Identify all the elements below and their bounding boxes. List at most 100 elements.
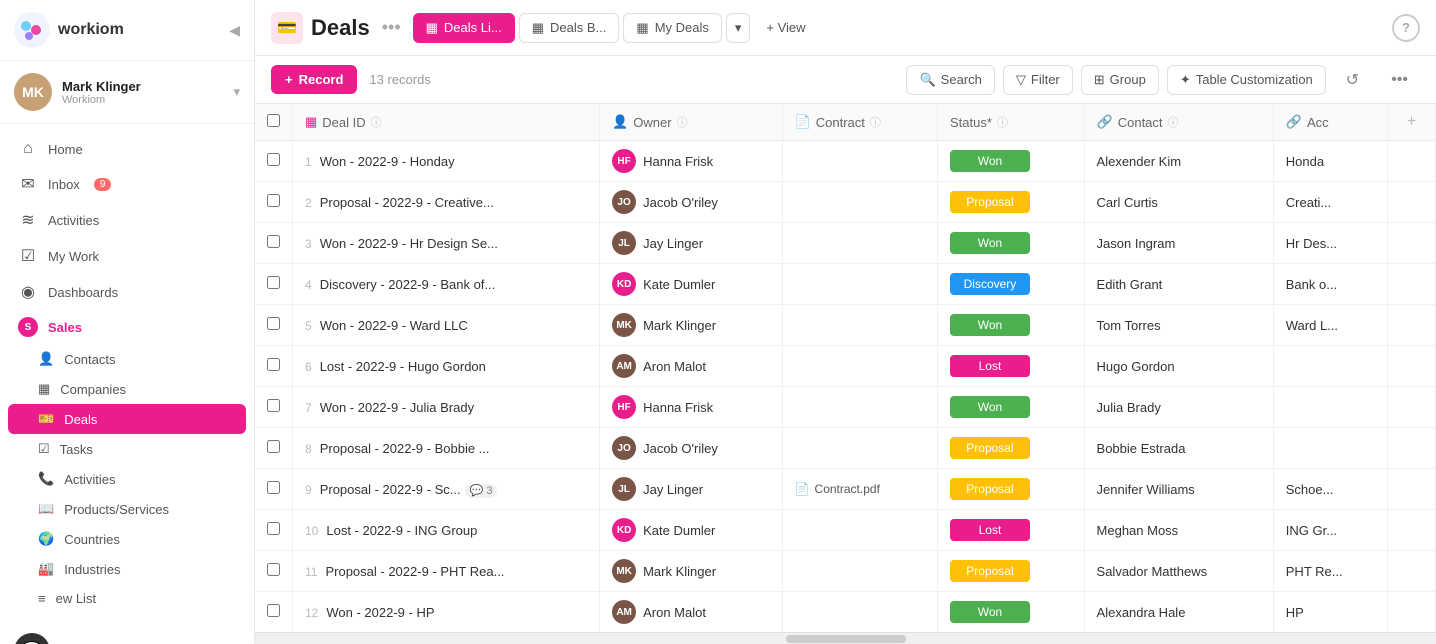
customize-button[interactable]: ✦ Table Customization <box>1167 65 1326 95</box>
account-cell[interactable] <box>1273 346 1387 387</box>
contact-cell[interactable]: Meghan Moss <box>1084 510 1273 551</box>
chat-bubble-button[interactable]: 💬 <box>0 621 254 644</box>
deal-id-cell[interactable]: 3Won - 2022-9 - Hr Design Se... <box>293 223 600 264</box>
row-checkbox[interactable] <box>267 481 280 494</box>
sidebar-item-tasks[interactable]: ☑ Tasks <box>0 434 254 464</box>
owner-cell[interactable]: KDKate Dumler <box>600 264 782 305</box>
contract-cell[interactable] <box>782 510 937 551</box>
page-more-button[interactable]: ••• <box>382 17 401 38</box>
sidebar-item-home[interactable]: ⌂ Home <box>0 132 254 166</box>
table-row[interactable]: 9Proposal - 2022-9 - Sc...💬 3JLJay Linge… <box>255 469 1436 510</box>
search-button[interactable]: 🔍 Search <box>906 65 994 95</box>
contract-cell[interactable] <box>782 428 937 469</box>
contract-cell[interactable] <box>782 346 937 387</box>
sidebar-item-dashboards[interactable]: ◉ Dashboards <box>0 274 254 310</box>
sidebar-item-activities[interactable]: ≋ Activities <box>0 202 254 238</box>
horizontal-scrollbar[interactable] <box>255 632 1436 644</box>
contact-cell[interactable]: Jennifer Williams <box>1084 469 1273 510</box>
contact-cell[interactable]: Salvador Matthews <box>1084 551 1273 592</box>
tab-my-deals[interactable]: ▦ My Deals <box>623 13 721 43</box>
scrollbar-thumb[interactable] <box>786 635 906 643</box>
table-row[interactable]: 3Won - 2022-9 - Hr Design Se...JLJay Lin… <box>255 223 1436 264</box>
table-row[interactable]: 6Lost - 2022-9 - Hugo GordonAMAron Malot… <box>255 346 1436 387</box>
contact-cell[interactable]: Bobbie Estrada <box>1084 428 1273 469</box>
refresh-button[interactable]: ↺ <box>1334 64 1371 96</box>
account-cell[interactable]: HP <box>1273 592 1387 633</box>
deal-id-cell[interactable]: 1Won - 2022-9 - Honday <box>293 141 600 182</box>
toolbar-more-button[interactable]: ••• <box>1379 65 1420 95</box>
status-cell[interactable]: Proposal <box>937 469 1084 510</box>
deal-id-cell[interactable]: 11Proposal - 2022-9 - PHT Rea... <box>293 551 600 592</box>
contract-cell[interactable] <box>782 305 937 346</box>
user-menu-chevron[interactable]: ▾ <box>233 84 240 100</box>
status-cell[interactable]: Won <box>937 387 1084 428</box>
account-cell[interactable]: Hr Des... <box>1273 223 1387 264</box>
status-cell[interactable]: Lost <box>937 346 1084 387</box>
contact-cell[interactable]: Jason Ingram <box>1084 223 1273 264</box>
contact-info-icon[interactable]: ⓘ <box>1168 114 1179 130</box>
deal-id-cell[interactable]: 12Won - 2022-9 - HP <box>293 592 600 633</box>
sidebar-item-products[interactable]: 📖 Products/Services <box>0 494 254 524</box>
row-checkbox[interactable] <box>267 522 280 535</box>
contract-cell[interactable]: 📄Contract.pdf <box>782 469 937 510</box>
row-checkbox[interactable] <box>267 235 280 248</box>
account-cell[interactable] <box>1273 387 1387 428</box>
deal-id-cell[interactable]: 4Discovery - 2022-9 - Bank of... <box>293 264 600 305</box>
owner-cell[interactable]: MKMark Klinger <box>600 305 782 346</box>
contract-cell[interactable] <box>782 223 937 264</box>
select-all-checkbox[interactable] <box>267 114 280 127</box>
contact-cell[interactable]: Julia Brady <box>1084 387 1273 428</box>
table-row[interactable]: 11Proposal - 2022-9 - PHT Rea...MKMark K… <box>255 551 1436 592</box>
contract-cell[interactable] <box>782 264 937 305</box>
status-cell[interactable]: Discovery <box>937 264 1084 305</box>
table-row[interactable]: 10Lost - 2022-9 - ING GroupKDKate Dumler… <box>255 510 1436 551</box>
account-cell[interactable]: Schoe... <box>1273 469 1387 510</box>
account-cell[interactable]: Creati... <box>1273 182 1387 223</box>
owner-cell[interactable]: KDKate Dumler <box>600 510 782 551</box>
contact-cell[interactable]: Hugo Gordon <box>1084 346 1273 387</box>
contract-cell[interactable] <box>782 551 937 592</box>
contract-cell[interactable] <box>782 387 937 428</box>
row-checkbox[interactable] <box>267 604 280 617</box>
row-checkbox[interactable] <box>267 563 280 576</box>
status-cell[interactable]: Won <box>937 141 1084 182</box>
record-button[interactable]: + Record <box>271 65 357 94</box>
sidebar-item-companies[interactable]: ▦ Companies <box>0 374 254 404</box>
deal-id-cell[interactable]: 8Proposal - 2022-9 - Bobbie ... <box>293 428 600 469</box>
owner-cell[interactable]: JOJacob O'riley <box>600 182 782 223</box>
deal-id-cell[interactable]: 9Proposal - 2022-9 - Sc...💬 3 <box>293 469 600 510</box>
owner-cell[interactable]: AMAron Malot <box>600 592 782 633</box>
tab-deals-b[interactable]: ▦ Deals B... <box>519 13 620 43</box>
deal-id-cell[interactable]: 7Won - 2022-9 - Julia Brady <box>293 387 600 428</box>
table-row[interactable]: 1Won - 2022-9 - HondayHFHanna FriskWonAl… <box>255 141 1436 182</box>
contract-cell[interactable] <box>782 141 937 182</box>
status-cell[interactable]: Won <box>937 223 1084 264</box>
contact-cell[interactable]: Tom Torres <box>1084 305 1273 346</box>
row-checkbox[interactable] <box>267 399 280 412</box>
row-checkbox[interactable] <box>267 358 280 371</box>
deal-id-cell[interactable]: 5Won - 2022-9 - Ward LLC <box>293 305 600 346</box>
table-row[interactable]: 8Proposal - 2022-9 - Bobbie ...JOJacob O… <box>255 428 1436 469</box>
owner-cell[interactable]: HFHanna Frisk <box>600 141 782 182</box>
status-cell[interactable]: Won <box>937 305 1084 346</box>
status-cell[interactable]: Lost <box>937 510 1084 551</box>
contract-cell[interactable] <box>782 592 937 633</box>
row-checkbox[interactable] <box>267 440 280 453</box>
sidebar-item-ew-list[interactable]: ≡ ew List <box>0 584 254 613</box>
table-row[interactable]: 12Won - 2022-9 - HPAMAron MalotWonAlexan… <box>255 592 1436 633</box>
owner-cell[interactable]: JOJacob O'riley <box>600 428 782 469</box>
account-cell[interactable]: Bank o... <box>1273 264 1387 305</box>
owner-cell[interactable]: HFHanna Frisk <box>600 387 782 428</box>
account-cell[interactable]: Ward L... <box>1273 305 1387 346</box>
row-checkbox[interactable] <box>267 194 280 207</box>
filter-button[interactable]: ▽ Filter <box>1003 65 1073 95</box>
status-cell[interactable]: Proposal <box>937 428 1084 469</box>
tabs-dropdown-button[interactable]: ▾ <box>726 13 751 43</box>
table-row[interactable]: 5Won - 2022-9 - Ward LLCMKMark Klinger Wo… <box>255 305 1436 346</box>
status-info-icon[interactable]: ⓘ <box>997 114 1008 130</box>
row-checkbox[interactable] <box>267 317 280 330</box>
row-checkbox[interactable] <box>267 153 280 166</box>
owner-info-icon[interactable]: ⓘ <box>677 114 688 130</box>
deal-id-cell[interactable]: 10Lost - 2022-9 - ING Group <box>293 510 600 551</box>
account-cell[interactable]: ING Gr... <box>1273 510 1387 551</box>
